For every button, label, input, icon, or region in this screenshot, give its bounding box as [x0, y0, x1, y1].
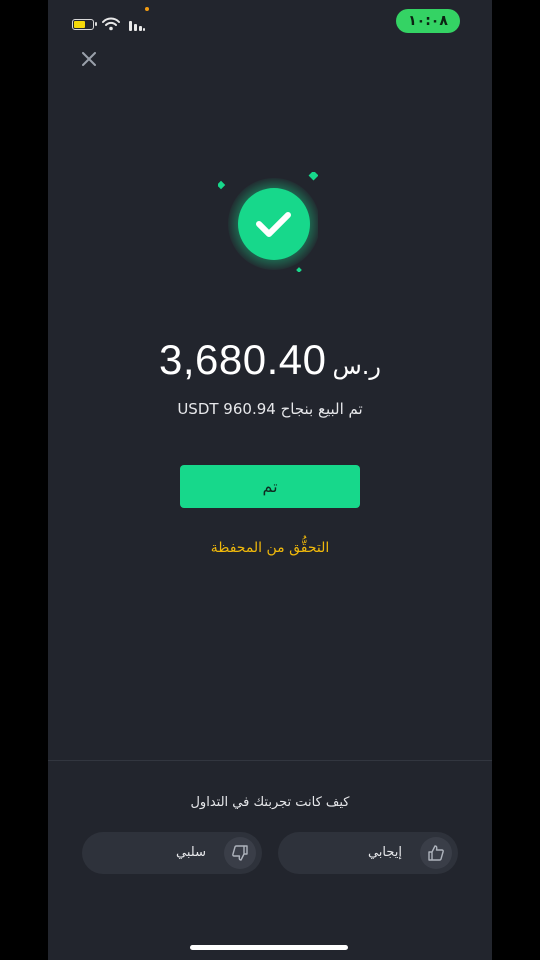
sale-success-message: تم البيع بنجاح USDT 960.94: [177, 400, 363, 418]
home-indicator[interactable]: [190, 945, 348, 950]
negative-label: سلبي: [176, 845, 206, 860]
status-icons: [72, 15, 146, 33]
feedback-question: كيف كانت تجربتك في التداول: [190, 795, 350, 810]
amount-value: 3,680.40: [158, 336, 327, 383]
success-badge: [216, 170, 320, 273]
app-screen: ١٠:٠٨ 3,680.40 ر.س تم البيع بنجاح USDT 9…: [48, 0, 492, 960]
feedback-positive-button[interactable]: إيجابي: [278, 832, 458, 874]
amount-currency: ر.س: [332, 352, 381, 380]
sale-amount: 3,680.40 ر.س: [48, 336, 492, 392]
check-wallet-link[interactable]: التحقُّق من المحفظة: [48, 540, 492, 556]
thumbs-down-icon: [224, 837, 256, 869]
feedback-negative-button[interactable]: سلبي: [82, 832, 262, 874]
privacy-indicator-dot: [145, 7, 149, 11]
battery-icon: [72, 18, 97, 30]
thumbs-up-icon: [420, 837, 452, 869]
close-icon: [82, 52, 96, 66]
battery-level-fill: [74, 20, 85, 28]
wifi-icon: [102, 17, 120, 31]
positive-label: إيجابي: [367, 845, 402, 860]
status-time: ١٠:٠٨: [396, 9, 460, 33]
done-button[interactable]: تم: [180, 465, 360, 508]
close-button[interactable]: [78, 48, 100, 70]
divider: [48, 760, 492, 761]
check-circle-icon: [216, 170, 320, 273]
signal-icon: [129, 21, 145, 31]
